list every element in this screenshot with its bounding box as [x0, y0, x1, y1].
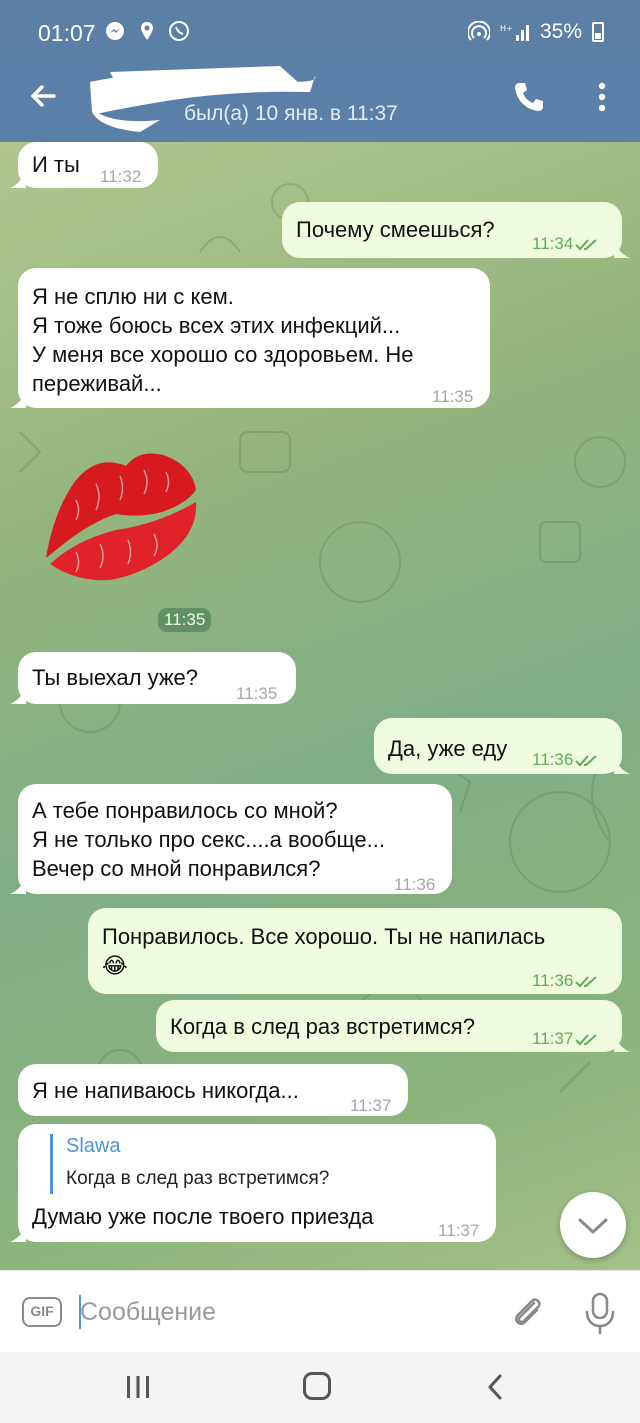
read-double-check-icon [575, 754, 597, 766]
recent-apps-icon[interactable] [124, 1374, 152, 1400]
bubble-tail [10, 172, 26, 188]
message-text: Я не сплю ни с кем. Я тоже боюсь всех эт… [32, 284, 414, 396]
bubble-tail [10, 1226, 26, 1242]
reply-quoted-text: Когда в след раз встретимся? [66, 1168, 330, 1189]
bubble-tail [614, 1036, 630, 1052]
message-time: 11:36 [394, 875, 436, 894]
message-time: 11:32 [100, 167, 142, 186]
reply-author: Slawa [66, 1135, 121, 1157]
read-double-check-icon [575, 238, 597, 250]
viber-icon [169, 21, 189, 41]
message-outgoing[interactable]: Почему смеешься? 11:34 [282, 202, 630, 258]
message-text: Я не напиваюсь никогда... [32, 1078, 299, 1103]
message-text: Когда в след раз встретимся? [170, 1014, 475, 1039]
svg-text:H+: H+ [500, 24, 513, 33]
message-input-bar: GIF [0, 1270, 640, 1352]
message-text: Да, уже еду [388, 736, 508, 761]
message-time: 11:36 [532, 745, 599, 774]
message-time-label: 11:36 [532, 971, 574, 990]
message-text: А тебе понравилось со мной? Я не только … [32, 798, 385, 881]
message-incoming[interactable]: Я не напиваюсь никогда... 11:37 [18, 1064, 408, 1116]
message-time: 11:36 [532, 966, 599, 995]
lips-sticker[interactable] [36, 440, 200, 588]
hotspot-icon [467, 21, 490, 41]
microphone-icon[interactable] [582, 1291, 618, 1335]
message-outgoing[interactable]: Когда в след раз встретимся? 11:37 [156, 1000, 630, 1053]
read-double-check-icon [575, 975, 597, 987]
message-incoming[interactable]: И ты 11:32 [10, 142, 158, 188]
system-nav-bar [0, 1352, 640, 1423]
battery-icon [592, 22, 604, 42]
location-icon [141, 22, 153, 40]
message-time: 11:37 [438, 1221, 480, 1240]
battery-percent: 35% [539, 20, 582, 43]
bubble-tail [10, 392, 26, 408]
message-text: Думаю уже после твоего приезда [32, 1204, 374, 1229]
message-time: 11:35 [236, 684, 278, 703]
phone-call-icon[interactable] [510, 78, 548, 116]
chat-area[interactable]: И ты 11:32 Почему смеешься? 11:34 Я не с… [0, 142, 640, 1270]
paperclip-icon[interactable] [508, 1293, 548, 1333]
message-time: 11:37 [350, 1096, 392, 1115]
home-button[interactable] [303, 1372, 331, 1400]
message-text: Почему смеешься? [296, 217, 495, 242]
signal-icon: H+ [500, 24, 529, 41]
back-arrow-icon[interactable] [24, 76, 64, 116]
reply-bar [50, 1134, 53, 1194]
message-text: И ты [32, 152, 80, 177]
message-incoming-reply[interactable]: Slawa Когда в след раз встретимся? Думаю… [10, 1124, 496, 1242]
message-text: Ты выехал уже? [32, 665, 199, 690]
message-time-label: 11:36 [532, 750, 574, 769]
gif-button[interactable]: GIF [22, 1297, 62, 1327]
messenger-icon [106, 22, 124, 40]
message-time: 11:34 [532, 229, 599, 258]
last-seen-status: был(а) 10 янв. в 11:37 [184, 102, 398, 125]
scroll-down-button[interactable] [560, 1192, 626, 1258]
read-double-check-icon [575, 1033, 597, 1045]
message-time: 11:35 [432, 387, 474, 406]
sticker-time: 11:35 [158, 608, 212, 632]
message-input[interactable] [80, 1295, 480, 1329]
chevron-down-icon [578, 1218, 608, 1234]
bubble-tail [614, 242, 630, 258]
message-text: Понравилось. Все хорошо. Ты не напилась … [102, 924, 546, 978]
message-incoming[interactable]: Ты выехал уже? 11:35 [10, 652, 296, 704]
message-outgoing[interactable]: Да, уже еду 11:36 [374, 718, 630, 774]
status-time: 01:07 [38, 20, 96, 46]
more-options-icon[interactable] [590, 78, 614, 116]
status-bar: 01:07 H+ 35% [0, 0, 640, 54]
message-incoming[interactable]: Я не сплю ни с кем. Я тоже боюсь всех эт… [10, 268, 490, 408]
bubble-tail [614, 758, 630, 774]
nav-back-icon[interactable] [484, 1372, 506, 1402]
bubble-tail [10, 878, 26, 894]
message-time-label: 11:34 [532, 234, 574, 253]
message-time: 11:37 [532, 1024, 599, 1053]
message-outgoing[interactable]: Понравилось. Все хорошо. Ты не напилась … [88, 908, 622, 994]
bubble-tail [10, 688, 26, 704]
message-time-label: 11:37 [532, 1029, 574, 1048]
message-incoming[interactable]: А тебе понравилось со мной? Я не только … [10, 784, 452, 894]
chat-header: был(а) 10 янв. в 11:37 [0, 54, 640, 142]
